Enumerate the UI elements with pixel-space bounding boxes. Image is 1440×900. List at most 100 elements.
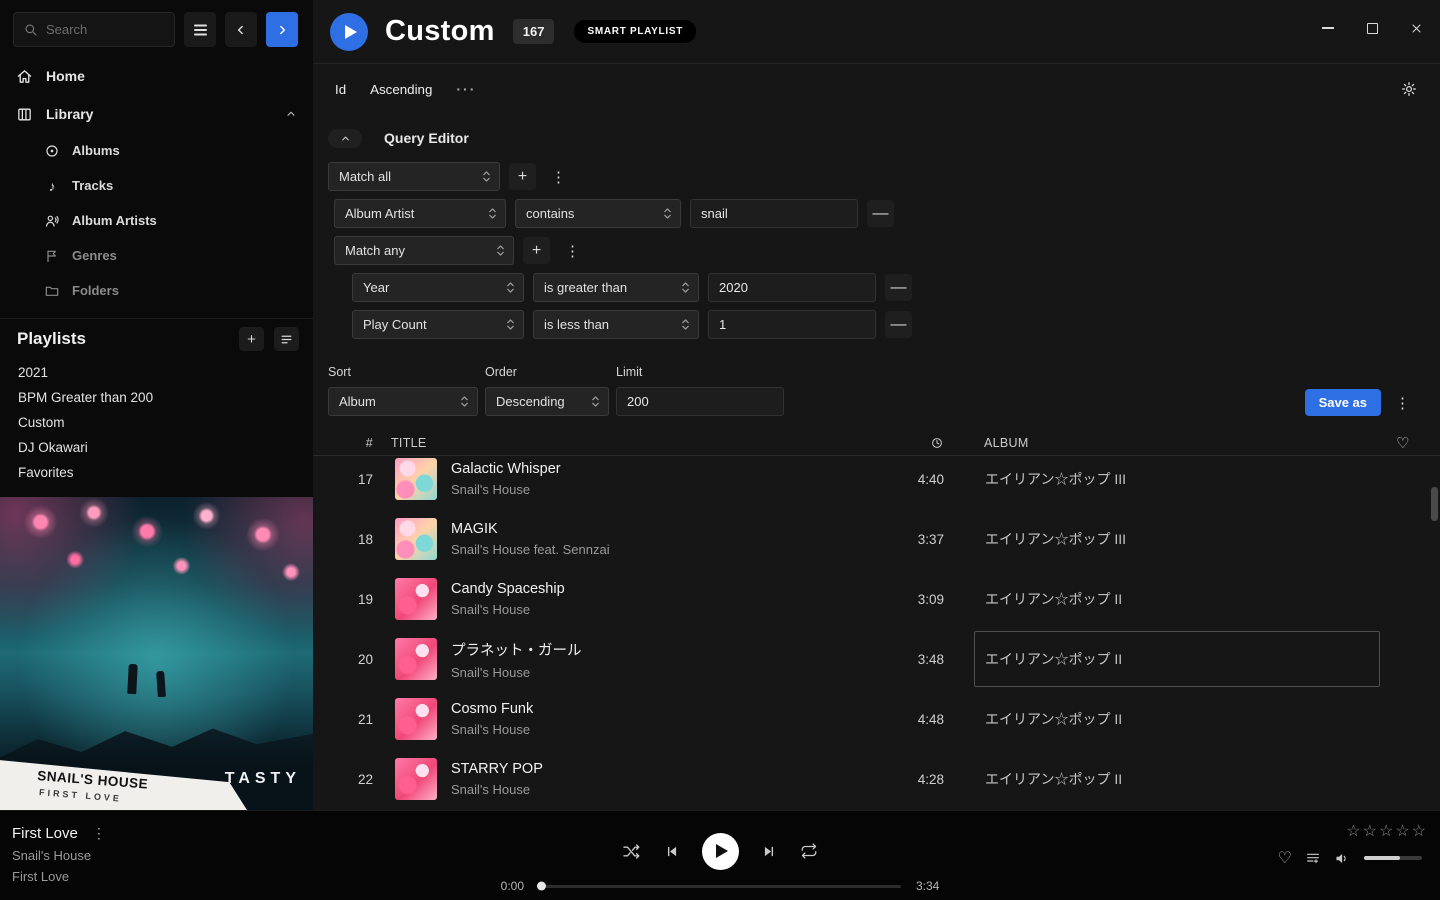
add-playlist-button[interactable]: + xyxy=(239,327,264,351)
volume-fill xyxy=(1364,856,1400,860)
add-rule-button[interactable]: + xyxy=(509,163,536,190)
save-as-button[interactable]: Save as xyxy=(1305,389,1381,416)
table-row[interactable]: 17 Galactic Whisper Snail's House 4:40 エ… xyxy=(313,449,1440,509)
match-mode-select[interactable]: Match all xyxy=(328,162,500,191)
star-icon[interactable]: ☆ xyxy=(1363,821,1377,841)
playlist-item[interactable]: Favorites xyxy=(0,460,313,485)
match-mode-select[interactable]: Match any xyxy=(334,236,514,265)
column-duration[interactable] xyxy=(884,436,944,450)
sidebar-item-genres[interactable]: Genres xyxy=(0,238,313,273)
queue-button[interactable] xyxy=(1305,850,1321,866)
seek-bar[interactable] xyxy=(539,885,901,888)
volume-button[interactable] xyxy=(1334,850,1351,867)
playlist-item[interactable]: BPM Greater than 200 xyxy=(0,385,313,410)
group-options-button[interactable]: ⋮ xyxy=(545,163,572,190)
volume-slider[interactable] xyxy=(1364,856,1422,860)
sidebar-item-library[interactable]: Library xyxy=(0,95,313,133)
previous-button[interactable] xyxy=(663,843,680,860)
rule-value-input[interactable] xyxy=(708,273,876,302)
rule-operator-select[interactable]: is greater than xyxy=(533,273,699,302)
rule-operator-select[interactable]: contains xyxy=(515,199,681,228)
search-input[interactable] xyxy=(46,22,164,37)
playlist-item[interactable]: DJ Okawari xyxy=(0,435,313,460)
remove-rule-button[interactable]: — xyxy=(885,311,912,338)
table-row[interactable]: 21 Cosmo Funk Snail's House 4:48 エイリアン☆ポ… xyxy=(313,689,1440,749)
now-playing-title: First Love xyxy=(12,825,78,842)
album-cell[interactable]: エイリアン☆ポップ II xyxy=(974,571,1380,627)
sidebar-item-album-artists[interactable]: Album Artists xyxy=(0,203,313,238)
table-row[interactable]: 19 Candy Spaceship Snail's House 3:09 エイ… xyxy=(313,569,1440,629)
group-options-button[interactable]: ⋮ xyxy=(559,237,586,264)
album-cell[interactable]: エイリアン☆ポップ III xyxy=(974,451,1380,507)
album-art-thumbnail xyxy=(395,638,437,680)
playlist-item[interactable]: 2021 xyxy=(0,360,313,385)
column-number[interactable]: # xyxy=(337,436,373,450)
play-pause-button[interactable] xyxy=(702,833,739,870)
table-row[interactable]: 18 MAGIK Snail's House feat. Sennzai 3:3… xyxy=(313,509,1440,569)
back-button[interactable] xyxy=(225,12,257,47)
favorite-button[interactable]: ♡ xyxy=(1278,848,1292,868)
sidebar-item-tracks[interactable]: ♪ Tracks xyxy=(0,168,313,203)
sort-bar: Id Ascending ··· xyxy=(313,64,1440,114)
album-cell[interactable]: エイリアン☆ポップ II xyxy=(974,631,1380,687)
forward-button[interactable] xyxy=(266,12,298,47)
play-playlist-button[interactable] xyxy=(330,13,368,51)
shuffle-button[interactable] xyxy=(622,842,641,861)
album-cell[interactable]: エイリアン☆ポップ III xyxy=(974,511,1380,567)
track-artist: Snail's House xyxy=(451,602,565,617)
collapse-query-editor-button[interactable] xyxy=(328,129,362,148)
now-playing-cover[interactable]: SNAIL'S HOUSE FIRST LOVE TASTY xyxy=(0,497,313,810)
artist-icon xyxy=(44,213,60,229)
sidebar-item-home[interactable]: Home xyxy=(0,57,313,95)
album-cell[interactable]: エイリアン☆ポップ II xyxy=(974,751,1380,806)
track-artist: Snail's House xyxy=(451,722,533,737)
column-favorite[interactable]: ♡ xyxy=(1380,434,1426,452)
query-editor-header: Query Editor xyxy=(328,124,1440,152)
query-options-button[interactable]: ⋮ xyxy=(1389,389,1416,416)
table-row[interactable]: 22 STARRY POP Snail's House 4:28 エイリアン☆ポ… xyxy=(313,749,1440,806)
track-title: STARRY POP xyxy=(451,761,543,777)
add-rule-button[interactable]: + xyxy=(523,237,550,264)
current-time: 0:00 xyxy=(490,879,524,893)
menu-button[interactable] xyxy=(184,12,216,47)
minimize-button[interactable] xyxy=(1312,14,1344,42)
album-art-thumbnail xyxy=(395,578,437,620)
repeat-button[interactable] xyxy=(800,842,818,860)
table-row[interactable]: 20 プラネット・ガール Snail's House 3:48 エイリアン☆ポッ… xyxy=(313,629,1440,689)
star-icon[interactable]: ☆ xyxy=(1395,821,1409,841)
limit-input[interactable] xyxy=(616,387,784,416)
seek-knob[interactable] xyxy=(537,882,546,891)
track-artist: Snail's House xyxy=(451,782,543,797)
album-cell[interactable]: エイリアン☆ポップ II xyxy=(974,691,1380,747)
order-select[interactable]: Descending xyxy=(485,387,609,416)
close-button[interactable] xyxy=(1400,14,1432,42)
rule-field-select[interactable]: Album Artist xyxy=(334,199,506,228)
star-icon[interactable]: ☆ xyxy=(1412,821,1426,841)
rule-value-input[interactable] xyxy=(708,310,876,339)
maximize-button[interactable] xyxy=(1356,14,1388,42)
query-subgroup: Match any + ⋮ xyxy=(334,236,1440,265)
rule-field-select[interactable]: Year xyxy=(352,273,524,302)
playlist-view-button[interactable] xyxy=(274,327,299,351)
star-icon[interactable]: ☆ xyxy=(1346,821,1360,841)
column-title[interactable]: TITLE xyxy=(391,436,884,450)
chevron-up-icon[interactable] xyxy=(285,108,297,120)
scrollbar-thumb[interactable] xyxy=(1431,487,1438,521)
sidebar-item-albums[interactable]: Albums xyxy=(0,133,313,168)
remove-rule-button[interactable]: — xyxy=(867,200,894,227)
more-options-button[interactable]: ··· xyxy=(456,81,476,97)
star-icon[interactable]: ☆ xyxy=(1379,821,1393,841)
playlist-item[interactable]: Custom xyxy=(0,410,313,435)
rule-value-input[interactable] xyxy=(690,199,858,228)
rule-field-select[interactable]: Play Count xyxy=(352,310,524,339)
rule-operator-select[interactable]: is less than xyxy=(533,310,699,339)
sort-direction-button[interactable]: Ascending xyxy=(370,82,432,97)
sort-field-button[interactable]: Id xyxy=(335,82,346,97)
next-button[interactable] xyxy=(761,843,778,860)
sort-select[interactable]: Album xyxy=(328,387,478,416)
column-album[interactable]: ALBUM xyxy=(974,436,1380,450)
sidebar-item-folders[interactable]: Folders xyxy=(0,273,313,308)
settings-button[interactable] xyxy=(1401,81,1417,97)
track-menu-button[interactable]: ⋮ xyxy=(92,825,106,842)
remove-rule-button[interactable]: — xyxy=(885,274,912,301)
